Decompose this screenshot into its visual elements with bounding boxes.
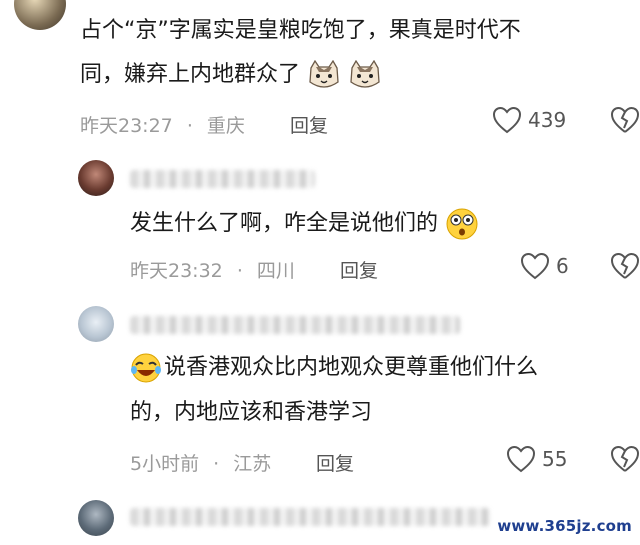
comment-meta: 昨天23:32 · 四川: [130, 256, 295, 283]
cat-face-icon: [350, 60, 380, 88]
broken-heart-icon[interactable]: [610, 106, 640, 134]
avatar[interactable]: [78, 306, 114, 342]
comment-time: 昨天23:32: [130, 260, 223, 282]
laughing-crying-icon: [131, 353, 161, 383]
heart-icon: [520, 252, 550, 280]
avatar[interactable]: [14, 0, 66, 30]
heart-icon: [492, 106, 522, 134]
comment-time: 5小时前: [130, 453, 200, 475]
heart-icon: [506, 445, 536, 473]
comment-meta: 昨天23:27 · 重庆: [80, 111, 245, 138]
comment-meta: 5小时前 · 江苏: [130, 449, 271, 476]
comment-time: 昨天23:27: [80, 115, 173, 137]
watermark: www.365jz.com: [497, 517, 632, 535]
meta-separator: ·: [186, 115, 193, 137]
avatar[interactable]: [78, 500, 114, 536]
like-button[interactable]: 55: [506, 445, 567, 473]
like-count: 55: [542, 447, 568, 471]
comment-text-line2: 同，嫌弃上内地群众了: [80, 59, 382, 91]
avatar[interactable]: [78, 160, 114, 196]
comment-location: 江苏: [233, 453, 272, 475]
meta-separator: ·: [236, 260, 243, 282]
like-count: 6: [556, 254, 569, 278]
comment-text: 同，嫌弃上内地群众了: [80, 62, 301, 87]
broken-heart-icon[interactable]: [610, 445, 640, 473]
comment-text-line1: 占个“京”字属实是皇粮吃饱了，果真是时代不: [80, 18, 521, 43]
username-blurred: [130, 170, 315, 188]
reply-button[interactable]: 回复: [290, 111, 328, 138]
username-blurred: [130, 316, 460, 334]
comment-location: 重庆: [206, 115, 245, 137]
reply-button[interactable]: 回复: [316, 449, 354, 476]
comment-location: 四川: [256, 260, 295, 282]
like-button[interactable]: 439: [492, 106, 566, 134]
comment-text-content: 说香港观众比内地观众更尊重他们什么: [164, 355, 539, 380]
username-blurred: [130, 508, 490, 526]
comment-text: 发生什么了啊，咋全是说他们的: [130, 207, 479, 241]
comment-text-content: 发生什么了啊，咋全是说他们的: [130, 211, 439, 236]
like-button[interactable]: 6: [520, 252, 569, 280]
reply-button[interactable]: 回复: [340, 256, 378, 283]
meta-separator: ·: [213, 453, 220, 475]
like-count: 439: [528, 108, 567, 132]
cat-face-icon: [309, 60, 339, 88]
comment-text-line1: 说香港观众比内地观众更尊重他们什么: [130, 352, 538, 384]
comment-text-line2: 的，内地应该和香港学习: [130, 400, 373, 425]
broken-heart-icon[interactable]: [610, 252, 640, 280]
thinking-face-icon: [446, 208, 478, 240]
